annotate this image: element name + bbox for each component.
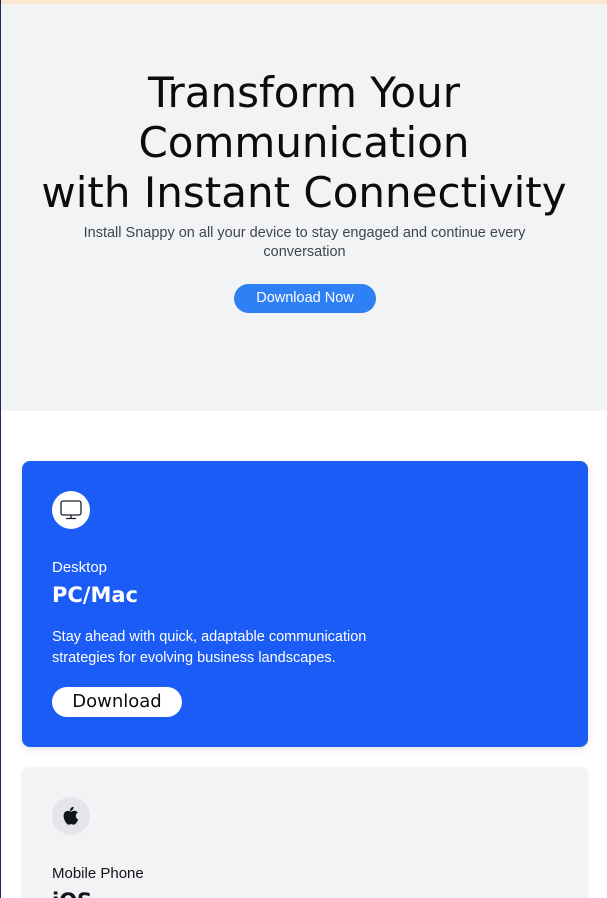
- apple-icon: [52, 797, 90, 835]
- download-page: Transform Your Communication with Instan…: [0, 0, 607, 898]
- card-description: Stay ahead with quick, adaptable communi…: [52, 629, 367, 666]
- hero-subtitle: Install Snappy on all your device to sta…: [83, 225, 526, 260]
- hero-title-line: Communication: [138, 118, 470, 167]
- desktop-download-button[interactable]: Download: [52, 687, 182, 717]
- card-category: Desktop: [52, 559, 108, 576]
- desktop-download-card[interactable]: Desktop PC/Mac Stay ahead with quick, ad…: [22, 461, 588, 747]
- monitor-icon: [52, 491, 90, 529]
- download-now-button[interactable]: Download Now: [234, 284, 376, 313]
- card-platform-name: PC/Mac: [52, 583, 138, 607]
- hero-title-line: Transform Your: [148, 68, 460, 117]
- hero-section: Transform Your Communication with Instan…: [1, 4, 607, 411]
- card-platform-name: iOS: [52, 887, 92, 898]
- hero-title-line: with Instant Connectivity: [41, 168, 567, 217]
- card-category: Mobile Phone: [52, 865, 144, 882]
- hero-title: Transform Your Communication with Instan…: [1, 68, 607, 218]
- ios-download-card[interactable]: Mobile Phone iOS: [22, 767, 588, 898]
